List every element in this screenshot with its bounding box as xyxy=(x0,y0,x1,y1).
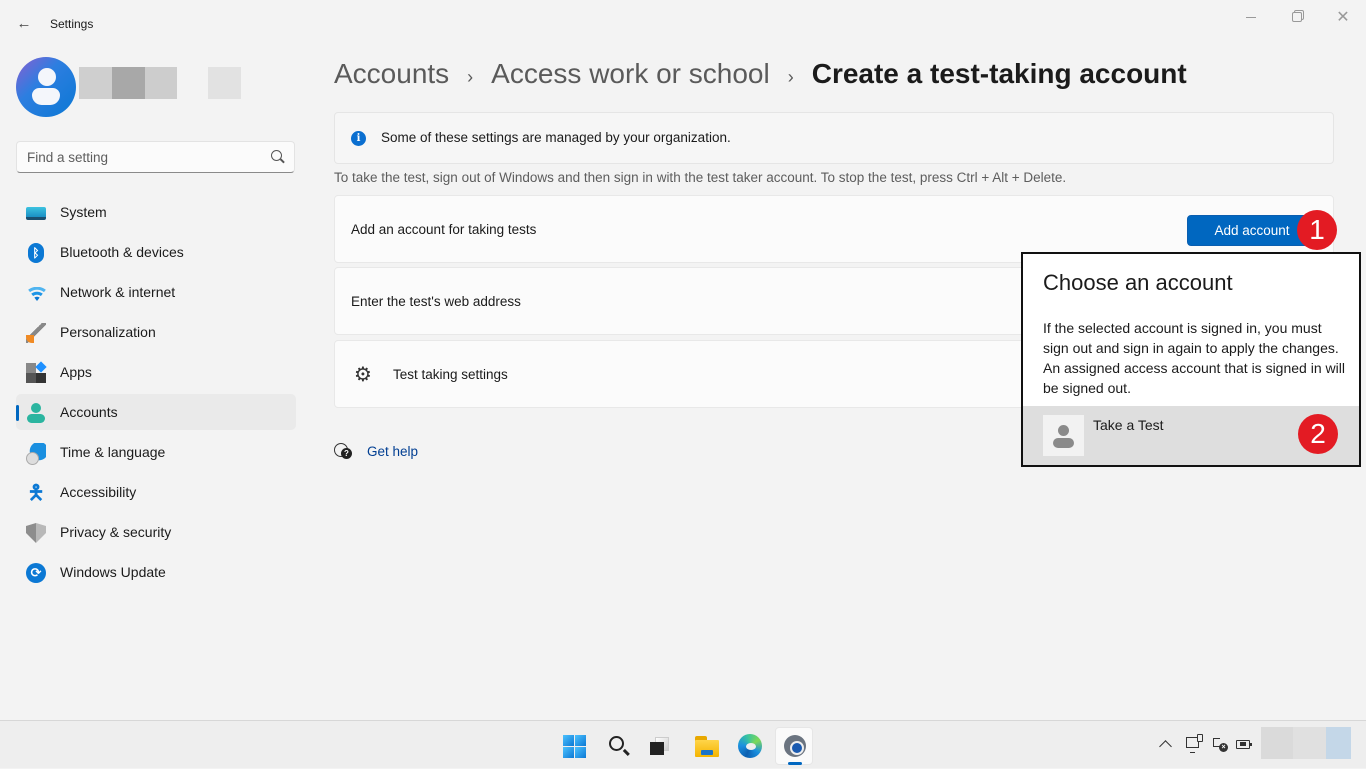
search-box[interactable] xyxy=(16,141,295,173)
brush-icon xyxy=(26,323,46,343)
avatar xyxy=(16,57,76,117)
notification-redacted[interactable] xyxy=(1326,727,1351,759)
battery-button[interactable] xyxy=(1234,721,1254,769)
card-label: Test taking settings xyxy=(393,367,508,382)
sidebar-item-apps[interactable]: Apps xyxy=(16,354,296,390)
flyout-title: Choose an account xyxy=(1043,270,1233,295)
volume-button[interactable]: × xyxy=(1212,721,1230,769)
sidebar-item-label: System xyxy=(60,204,107,220)
back-button[interactable]: ← xyxy=(14,14,34,34)
search-icon[interactable] xyxy=(271,150,282,161)
edge-icon xyxy=(738,734,762,758)
sidebar-item-label: Personalization xyxy=(60,324,156,340)
arrow-left-icon: ← xyxy=(16,15,32,32)
wifi-icon xyxy=(26,287,48,301)
sidebar-item-accessibility[interactable]: 🯅 Accessibility xyxy=(16,474,296,510)
sidebar-item-personalization[interactable]: Personalization xyxy=(16,314,296,350)
instructions-text: To take the test, sign out of Windows an… xyxy=(334,170,1067,185)
redacted-name xyxy=(145,67,177,99)
search-icon xyxy=(609,736,624,751)
sidebar-item-bluetooth[interactable]: ᛒ Bluetooth & devices xyxy=(16,234,296,270)
app-title: Settings xyxy=(50,17,94,31)
get-help: Get help xyxy=(334,442,418,460)
info-text: Some of these settings are managed by yo… xyxy=(381,130,731,145)
taskbar-search-button[interactable] xyxy=(599,727,637,765)
sidebar-item-label: Network & internet xyxy=(60,284,176,300)
show-hidden-icons-button[interactable] xyxy=(1158,721,1174,769)
breadcrumb-access-work-school[interactable]: Access work or school xyxy=(491,58,770,90)
card-label: Enter the test's web address xyxy=(351,294,521,309)
gear-icon: ⚙ xyxy=(354,364,372,386)
sidebar-item-label: Time & language xyxy=(60,444,166,460)
chevron-up-icon xyxy=(1159,740,1172,753)
info-bar: i Some of these settings are managed by … xyxy=(334,112,1334,164)
maximize-icon xyxy=(1292,12,1302,22)
sidebar-item-label: Windows Update xyxy=(60,564,166,580)
minimize-button[interactable] xyxy=(1228,4,1274,30)
maximize-button[interactable] xyxy=(1274,4,1320,30)
network-button[interactable] xyxy=(1186,721,1204,769)
annotation-badge-2: 2 xyxy=(1298,414,1338,454)
edge-button[interactable] xyxy=(731,727,769,765)
card-label: Add an account for taking tests xyxy=(351,222,537,237)
sidebar-item-time-language[interactable]: Time & language xyxy=(16,434,296,470)
system-icon xyxy=(26,207,46,220)
account-option-label: Take a Test xyxy=(1093,417,1164,433)
clock-redacted[interactable] xyxy=(1261,727,1293,759)
sidebar-item-system[interactable]: System xyxy=(16,194,296,230)
chevron-right-icon: › xyxy=(787,67,794,87)
start-button[interactable] xyxy=(555,727,593,765)
sidebar-item-label: Accounts xyxy=(60,404,118,420)
sidebar-item-accounts[interactable]: Accounts xyxy=(16,394,296,430)
task-view-button[interactable] xyxy=(641,727,679,765)
sidebar-item-windows-update[interactable]: ⟳ Windows Update xyxy=(16,554,296,590)
annotation-badge-1: 1 xyxy=(1297,210,1337,250)
settings-gear-icon xyxy=(784,735,806,757)
breadcrumb: Accounts › Access work or school › Creat… xyxy=(334,58,1187,94)
update-icon: ⟳ xyxy=(26,563,46,583)
title-bar: ← Settings ✕ xyxy=(0,0,1366,44)
accessibility-icon: 🯅 xyxy=(27,482,45,504)
file-explorer-button[interactable] xyxy=(687,727,725,765)
person-icon-head xyxy=(38,68,56,86)
breadcrumb-accounts[interactable]: Accounts xyxy=(334,58,449,90)
battery-charging-icon xyxy=(1236,740,1250,749)
sidebar-item-label: Bluetooth & devices xyxy=(60,244,184,260)
sidebar-item-label: Apps xyxy=(60,364,92,380)
chevron-right-icon: › xyxy=(467,67,474,87)
redacted-name xyxy=(79,67,112,99)
apps-icon xyxy=(26,363,46,383)
info-icon: i xyxy=(351,131,366,146)
globe-clock-icon xyxy=(26,443,46,465)
flyout-description: If the selected account is signed in, yo… xyxy=(1043,320,1345,396)
redacted-email xyxy=(208,67,241,99)
sidebar-item-network[interactable]: Network & internet xyxy=(16,274,296,310)
shield-icon xyxy=(26,523,46,543)
minimize-icon xyxy=(1246,16,1256,18)
page-title: Create a test-taking account xyxy=(811,58,1187,89)
bluetooth-icon: ᛒ xyxy=(28,243,44,263)
close-button[interactable]: ✕ xyxy=(1320,4,1366,30)
accounts-icon xyxy=(26,403,46,423)
clock-redacted[interactable] xyxy=(1293,727,1326,759)
sidebar-item-label: Privacy & security xyxy=(60,524,172,540)
settings-app-button[interactable] xyxy=(775,727,813,765)
sidebar-nav: System ᛒ Bluetooth & devices Network & i… xyxy=(16,194,296,594)
redacted-name xyxy=(112,67,145,99)
sidebar-item-label: Accessibility xyxy=(60,484,137,500)
get-help-link[interactable]: Get help xyxy=(367,444,418,459)
search-input[interactable] xyxy=(17,142,257,172)
help-icon xyxy=(334,442,352,460)
person-icon-body xyxy=(32,88,60,105)
close-icon: ✕ xyxy=(1336,9,1350,26)
taskbar: × xyxy=(0,720,1366,768)
person-icon xyxy=(1043,415,1084,456)
sidebar-item-privacy[interactable]: Privacy & security xyxy=(16,514,296,550)
